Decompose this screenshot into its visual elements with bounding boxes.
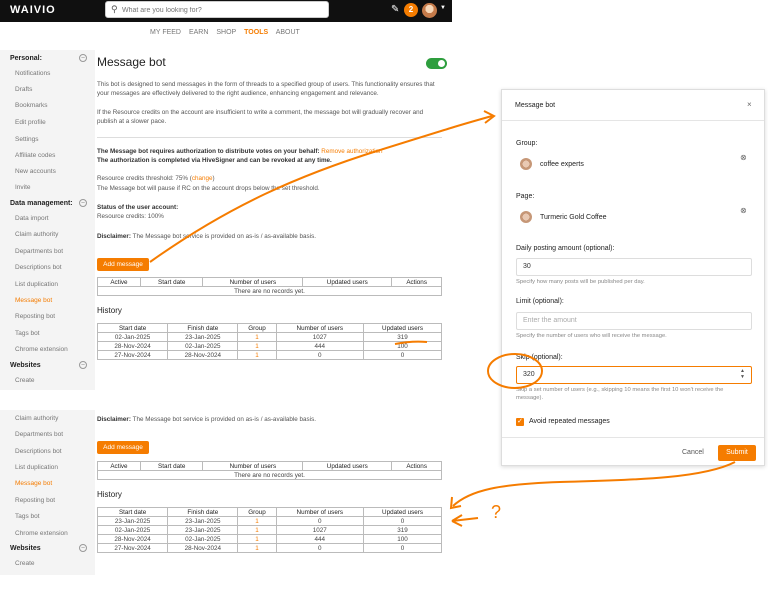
underline-mark (394, 340, 428, 345)
question-mark: ? (491, 502, 501, 522)
arrow-to-history (452, 461, 736, 507)
annotation-layer: ? (149, 110, 736, 527)
arrow-to-modal (149, 115, 493, 263)
circle-mark (487, 353, 543, 389)
